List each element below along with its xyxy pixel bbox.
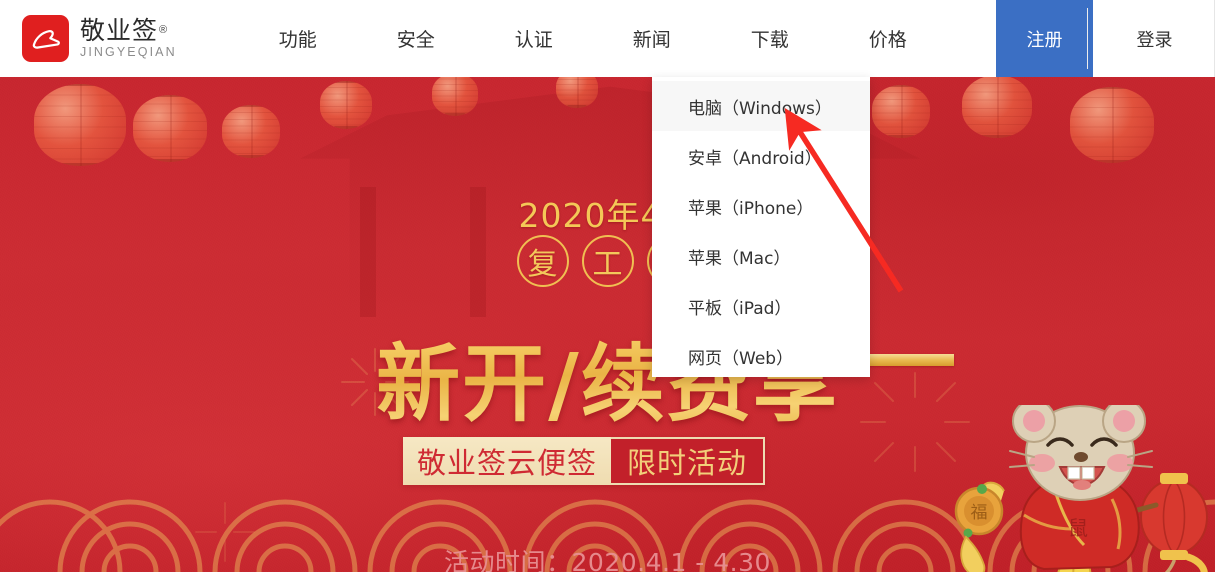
logo-title-cn: 敬业签: [80, 16, 159, 46]
header-spacer: [947, 0, 996, 77]
site-header: 敬业签® JINGYEQIAN 功能 安全 认证 新闻 下载 价格 注册 登录: [0, 0, 1215, 77]
dropdown-item-iphone[interactable]: 苹果（iPhone）: [652, 181, 870, 231]
lantern-icon: [556, 77, 598, 108]
lantern-icon: [222, 105, 280, 158]
lantern-icon: [962, 77, 1032, 138]
circle-char-1: 复: [516, 235, 569, 287]
nav-item-function[interactable]: 功能: [239, 0, 357, 77]
jingyeqian-logo-icon: [22, 15, 69, 62]
lantern-icon: [432, 77, 478, 116]
logo-title-en: JINGYEQIAN: [80, 45, 177, 60]
lantern-icon: [1070, 87, 1154, 163]
logo-text: 敬业签® JINGYEQIAN: [80, 18, 177, 59]
banner-circle-chars: 复 工 大: [0, 235, 1215, 287]
lantern-icon: [34, 84, 126, 166]
login-button[interactable]: 登录: [1093, 0, 1215, 77]
lantern-icon: [872, 85, 930, 138]
banner-subtitle: 敬业签云便签 限时活动: [403, 437, 766, 485]
circle-char-2: 工: [581, 235, 634, 287]
site-logo[interactable]: 敬业签® JINGYEQIAN: [0, 0, 187, 77]
promo-banner: 2020年4月 复 工 大 新开/续费享 敬业签云便签 限时活动 活动时间：20…: [0, 77, 1215, 572]
registered-mark: ®: [159, 23, 168, 36]
dropdown-item-ipad[interactable]: 平板（iPad）: [652, 281, 870, 331]
dropdown-item-mac[interactable]: 苹果（Mac）: [652, 231, 870, 281]
svg-text:福: 福: [971, 503, 988, 523]
subtitle-campaign: 限时活动: [611, 437, 766, 485]
nav-item-certification[interactable]: 认证: [475, 0, 593, 77]
nav-item-download[interactable]: 下载: [711, 0, 829, 77]
subtitle-product: 敬业签云便签: [403, 437, 612, 485]
download-dropdown-menu: 电脑（Windows） 安卓（Android） 苹果（iPhone） 苹果（Ma…: [652, 77, 870, 377]
svg-text:鼠: 鼠: [1068, 516, 1088, 540]
main-nav: 功能 安全 认证 新闻 下载 价格: [239, 0, 947, 77]
gold-accent-bar: [868, 354, 954, 366]
header-divider: [1087, 8, 1088, 69]
nav-item-news[interactable]: 新闻: [593, 0, 711, 77]
banner-headline: 新开/续费享: [0, 317, 1215, 438]
dropdown-item-android[interactable]: 安卓（Android）: [652, 131, 870, 181]
nav-item-price[interactable]: 价格: [829, 0, 947, 77]
banner-top-line: 2020年4月: [518, 196, 697, 235]
lantern-icon: [133, 95, 207, 162]
dropdown-item-windows[interactable]: 电脑（Windows）: [652, 81, 870, 131]
nav-item-security[interactable]: 安全: [357, 0, 475, 77]
dropdown-item-web[interactable]: 网页（Web）: [652, 331, 870, 381]
lantern-icon: [320, 81, 372, 129]
activity-time: 活动时间：2020.4.1 - 4.30: [444, 548, 771, 572]
register-button[interactable]: 注册: [996, 0, 1093, 77]
page-root: 敬业签® JINGYEQIAN 功能 安全 认证 新闻 下载 价格 注册 登录: [0, 0, 1215, 572]
